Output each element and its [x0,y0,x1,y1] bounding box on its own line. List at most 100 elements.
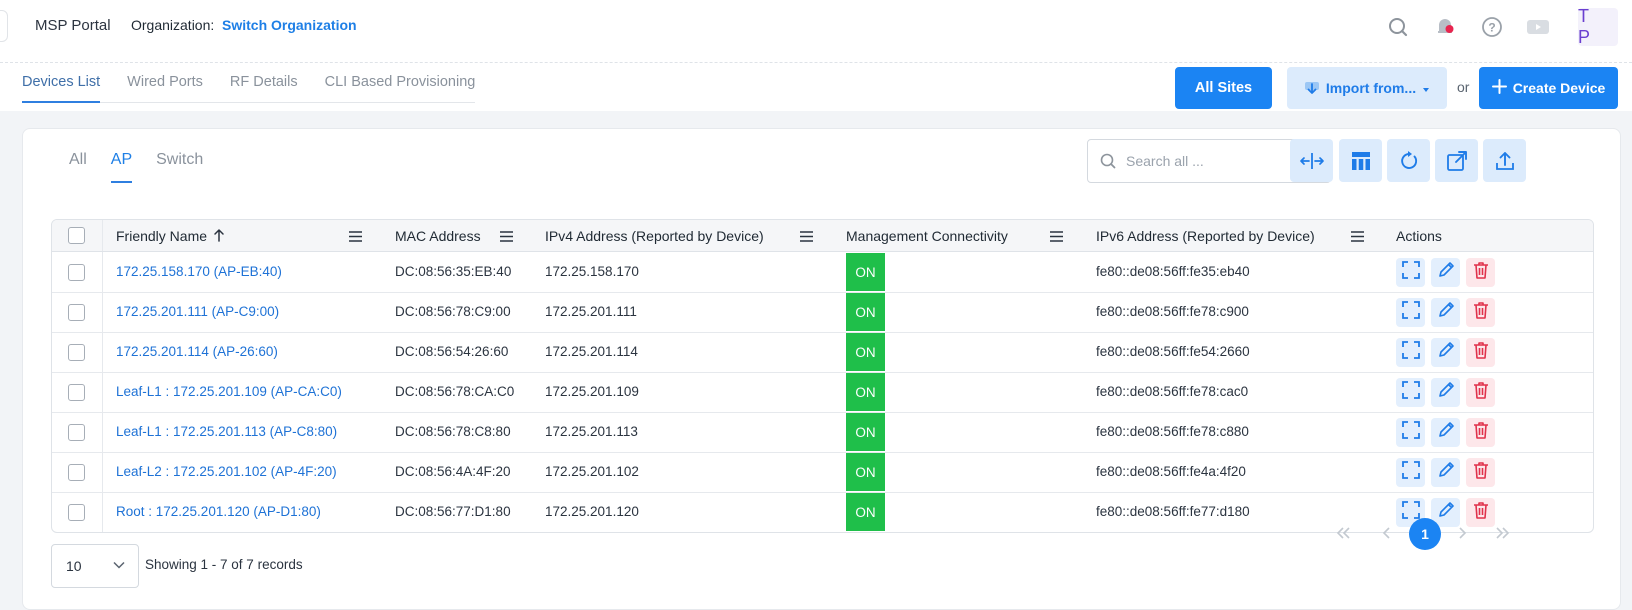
previous-page-button[interactable] [1372,518,1402,548]
upload-button[interactable] [1483,139,1526,182]
edit-button[interactable] [1431,338,1460,367]
row-checkbox[interactable] [68,384,85,401]
page-size-value: 10 [66,558,82,574]
device-nav-tabs: Devices List Wired Ports RF Details CLI … [22,74,476,103]
import-from-dropdown[interactable]: Import from... [1287,67,1447,109]
delete-button[interactable] [1466,458,1495,487]
device-name-link[interactable]: Leaf-L1 : 172.25.201.109 (AP-CA:C0) [116,384,342,399]
device-name-link[interactable]: 172.25.201.111 (AP-C9:00) [116,304,279,319]
all-sites-button[interactable]: All Sites [1175,67,1272,109]
delete-button[interactable] [1466,258,1495,287]
double-chevron-right-icon [1496,527,1510,539]
column-header-friendly-name[interactable]: Friendly Name [116,228,207,244]
top-bar: MSP Portal Organization: Switch Organiza… [0,0,1632,63]
delete-button[interactable] [1466,338,1495,367]
column-menu-icon[interactable] [1050,229,1063,247]
connectivity-status-badge: ON [846,413,885,451]
column-header-mac-address[interactable]: MAC Address [395,228,481,244]
column-divider [102,220,103,251]
search-icon[interactable] [1384,13,1412,41]
upload-icon [1495,151,1514,170]
column-header-management-connectivity[interactable]: Management Connectivity [846,228,1008,244]
column-divider [102,252,103,292]
edit-button[interactable] [1431,258,1460,287]
tab-wired-ports[interactable]: Wired Ports [127,74,203,102]
organization-selector[interactable]: Switch Organization [222,17,357,33]
ipv4-address-cell: 172.25.201.102 [545,464,639,479]
column-resize-button[interactable] [1290,139,1333,182]
search-input[interactable] [1124,152,1308,170]
select-all-checkbox[interactable] [68,227,85,244]
delete-button[interactable] [1466,418,1495,447]
column-menu-icon[interactable] [1351,229,1364,247]
device-name-link[interactable]: 172.25.201.114 (AP-26:60) [116,344,278,359]
edit-button[interactable] [1431,458,1460,487]
view-details-button[interactable] [1396,258,1425,287]
notification-bell-icon[interactable] [1431,13,1459,41]
tab-cli-based-provisioning[interactable]: CLI Based Provisioning [325,74,476,102]
fullscreen-icon [1401,381,1420,404]
first-page-button[interactable] [1328,518,1358,548]
view-details-button[interactable] [1396,338,1425,367]
column-layout-button[interactable] [1339,139,1382,182]
filter-tab-all[interactable]: All [69,151,87,183]
view-details-button[interactable] [1396,418,1425,447]
last-page-button[interactable] [1488,518,1518,548]
filter-tab-ap[interactable]: AP [110,151,133,183]
page-1-button[interactable]: 1 [1409,518,1441,550]
trash-icon [1473,341,1489,364]
next-page-button[interactable] [1447,518,1477,548]
edit-button[interactable] [1431,378,1460,407]
help-icon[interactable]: ? [1478,13,1506,41]
edit-button[interactable] [1431,298,1460,327]
column-menu-icon[interactable] [800,229,813,247]
column-header-ipv4-address[interactable]: IPv4 Address (Reported by Device) [545,228,764,244]
devices-card: All AP Switch Friendly Name MAC Address [22,128,1621,610]
fullscreen-icon [1401,301,1420,324]
page-size-select[interactable]: 10 [51,544,139,588]
device-name-link[interactable]: Leaf-L1 : 172.25.201.113 (AP-C8:80) [116,424,337,439]
row-checkbox[interactable] [68,504,85,521]
create-device-button[interactable]: Create Device [1479,67,1618,109]
edit-button[interactable] [1431,418,1460,447]
video-play-icon[interactable] [1524,13,1552,41]
organization-label: Organization: [131,17,215,33]
row-checkbox[interactable] [68,424,85,441]
table-columns-icon [1351,151,1370,170]
row-checkbox[interactable] [68,304,85,321]
device-name-link[interactable]: Leaf-L2 : 172.25.201.102 (AP-4F:20) [116,464,337,479]
column-header-ipv6-address[interactable]: IPv6 Address (Reported by Device) [1096,228,1315,244]
devices-table: Friendly Name MAC Address IPv4 Address (… [51,219,1594,533]
refresh-button[interactable] [1387,139,1430,182]
fullscreen-icon [1401,421,1420,444]
row-checkbox[interactable] [68,344,85,361]
column-menu-icon[interactable] [500,229,513,247]
fullscreen-icon [1401,461,1420,484]
device-name-link[interactable]: Root : 172.25.201.120 (AP-D1:80) [116,504,321,519]
device-name-link[interactable]: 172.25.158.170 (AP-EB:40) [116,264,282,279]
chevron-down-icon [113,561,125,569]
view-details-button[interactable] [1396,298,1425,327]
tab-rf-details[interactable]: RF Details [230,74,298,102]
delete-button[interactable] [1466,298,1495,327]
ipv6-address-cell: fe80::de08:56ff:fe4a:4f20 [1096,464,1246,479]
table-row: 172.25.201.111 (AP-C9:00) DC:08:56:78:C9:… [52,292,1593,333]
caret-down-icon [1422,80,1430,96]
user-avatar[interactable]: T P [1578,6,1618,47]
filter-tab-switch[interactable]: Switch [156,151,203,183]
tab-devices-list[interactable]: Devices List [22,74,101,103]
fullscreen-icon [1401,341,1420,364]
sort-ascending-icon[interactable] [213,228,225,247]
row-checkbox[interactable] [68,464,85,481]
view-details-button[interactable] [1396,458,1425,487]
collapsed-panel-handle[interactable] [0,10,8,42]
open-external-button[interactable] [1435,139,1478,182]
view-details-button[interactable] [1396,378,1425,407]
column-menu-icon[interactable] [349,229,362,247]
ipv4-address-cell: 172.25.201.114 [545,344,638,359]
mac-address-cell: DC:08:56:78:CA:C0 [395,384,515,399]
delete-button[interactable] [1466,378,1495,407]
row-checkbox[interactable] [68,264,85,281]
table-row: Leaf-L2 : 172.25.201.102 (AP-4F:20) DC:08… [52,452,1593,493]
table-header: Friendly Name MAC Address IPv4 Address (… [52,220,1593,252]
